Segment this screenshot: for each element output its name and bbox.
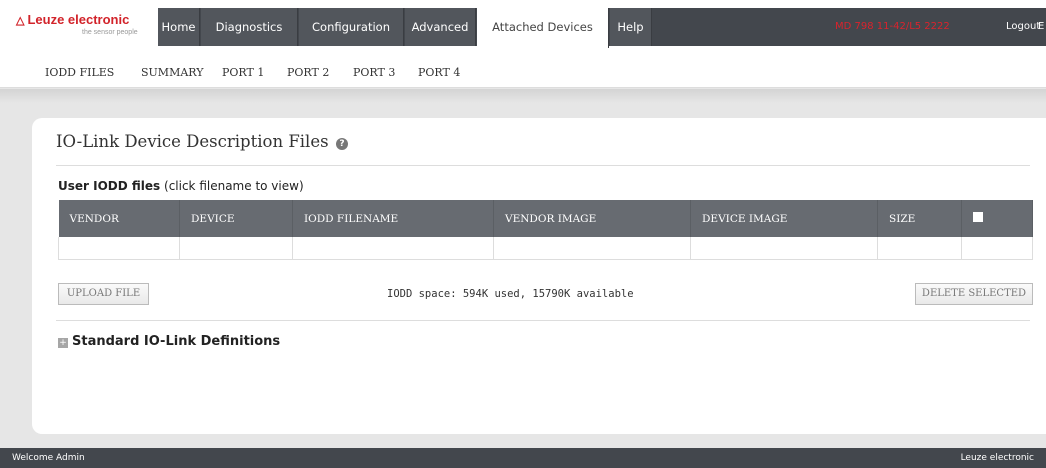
welcome-text: Welcome Admin xyxy=(12,453,85,463)
brand-logo[interactable]: △ Leuze electronic the sensor people xyxy=(10,8,160,50)
col-vendor: VENDOR xyxy=(58,200,180,237)
iodd-space-info: IODD space: 594K used, 15790K available xyxy=(387,288,634,300)
delete-selected-button[interactable]: DELETE SELECTED xyxy=(915,283,1033,305)
divider xyxy=(56,320,1030,321)
subnav-port-3[interactable]: PORT 3 xyxy=(353,58,395,88)
logo-wordmark: △ Leuze electronic xyxy=(16,12,129,27)
divider xyxy=(56,165,1030,166)
iodd-table: VENDOR DEVICE IODD FILENAME VENDOR IMAGE… xyxy=(58,200,1033,260)
question-icon[interactable]: ? xyxy=(336,138,348,150)
col-iodd-filename: IODD FILENAME xyxy=(292,200,494,237)
table-cell xyxy=(58,237,180,260)
table-header-row: VENDOR DEVICE IODD FILENAME VENDOR IMAGE… xyxy=(58,200,1033,237)
select-all-checkbox[interactable] xyxy=(973,212,983,222)
table-row xyxy=(58,237,1033,260)
logout-link[interactable]: Logout xyxy=(1006,8,1040,46)
page-title: IO-Link Device Description Files xyxy=(56,132,329,151)
col-select xyxy=(961,200,1033,237)
footer-company: Leuze electronic xyxy=(960,453,1034,463)
table-cell xyxy=(292,237,494,260)
header-shadow xyxy=(0,89,1046,103)
brand-tagline: the sensor people xyxy=(82,29,138,36)
table-cell xyxy=(961,237,1033,260)
table-cell xyxy=(179,237,293,260)
user-iodd-heading: User IODD files (click filename to view) xyxy=(58,179,304,193)
subnav-port-1[interactable]: PORT 1 xyxy=(222,58,264,88)
nav-attached-devices[interactable]: Attached Devices xyxy=(477,8,609,48)
triangle-icon: △ xyxy=(16,15,25,27)
nav-advanced[interactable]: Advanced xyxy=(405,8,476,46)
user-iodd-hint: (click filename to view) xyxy=(164,179,304,193)
nav-extra[interactable]: E xyxy=(1038,8,1044,46)
brand-name: Leuze electronic xyxy=(27,12,130,27)
col-vendor-image: VENDOR IMAGE xyxy=(493,200,691,237)
content-panel: IO-Link Device Description Files ? User … xyxy=(32,118,1046,434)
device-info: MD 798 11-42/L5 2222 xyxy=(835,21,950,32)
subnav-port-4[interactable]: PORT 4 xyxy=(418,58,460,88)
subnav-port-2[interactable]: PORT 2 xyxy=(287,58,329,88)
upload-file-button[interactable]: UPLOAD FILE xyxy=(58,283,149,305)
nav-configuration[interactable]: Configuration xyxy=(299,8,404,46)
footer: Welcome Admin Leuze electronic xyxy=(0,448,1046,468)
table-cell xyxy=(690,237,878,260)
col-size: SIZE xyxy=(877,200,962,237)
subnav-iodd-files[interactable]: IODD FILES xyxy=(45,58,114,88)
col-device: DEVICE xyxy=(179,200,293,237)
table-cell xyxy=(877,237,962,260)
plus-square-icon[interactable]: + xyxy=(58,338,68,348)
standard-io-link-definitions[interactable]: Standard IO-Link Definitions xyxy=(72,334,280,349)
nav-diagnostics[interactable]: Diagnostics xyxy=(201,8,298,46)
table-cell xyxy=(493,237,691,260)
main-nav: Home Diagnostics Configuration Advanced … xyxy=(158,8,1046,48)
subnav-summary[interactable]: SUMMARY xyxy=(141,58,203,88)
sub-nav: IODD FILES SUMMARY PORT 1 PORT 2 PORT 3 … xyxy=(0,58,1046,88)
nav-help[interactable]: Help xyxy=(610,8,652,46)
nav-home[interactable]: Home xyxy=(158,8,200,46)
user-iodd-title: User IODD files xyxy=(58,179,161,193)
col-device-image: DEVICE IMAGE xyxy=(690,200,878,237)
top-bar: △ Leuze electronic the sensor people Home… xyxy=(0,0,1046,58)
